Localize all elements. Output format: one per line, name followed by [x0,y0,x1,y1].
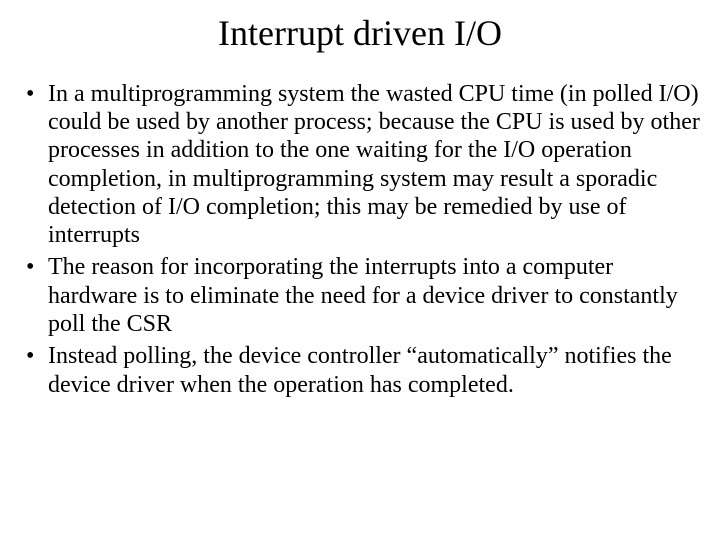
bullet-list: In a multiprogramming system the wasted … [18,80,702,399]
list-item: In a multiprogramming system the wasted … [48,80,702,250]
slide: Interrupt driven I/O In a multiprogrammi… [0,0,720,540]
list-item: Instead polling, the device controller “… [48,342,702,399]
list-item: The reason for incorporating the interru… [48,253,702,338]
slide-title: Interrupt driven I/O [18,14,702,54]
